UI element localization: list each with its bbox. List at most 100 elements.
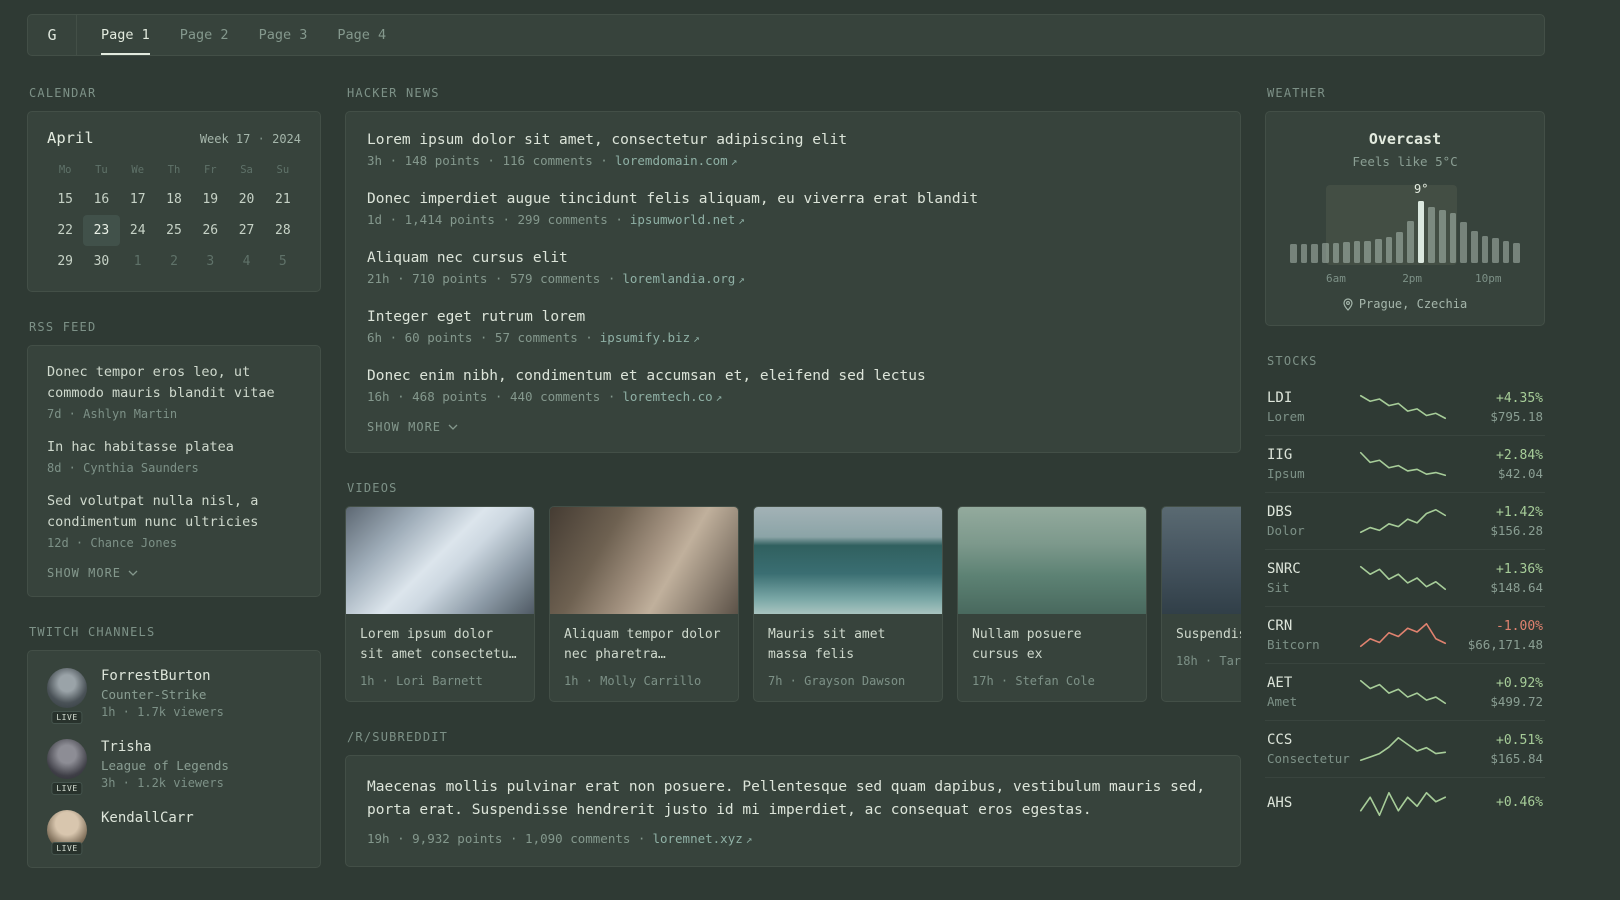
- reddit-post-title[interactable]: Maecenas mollis pulvinar erat non posuer…: [367, 776, 1219, 822]
- reddit-domain-link[interactable]: loremnet.xyz: [652, 831, 742, 846]
- twitch-channel-row[interactable]: LIVE ForrestBurton Counter-Strike 1h · 1…: [47, 667, 301, 724]
- tab-page-3[interactable]: Page 3: [259, 15, 308, 55]
- rss-item-title[interactable]: Donec tempor eros leo, ut commodo mauris…: [47, 362, 301, 404]
- channel-info: ForrestBurton Counter-Strike 1h · 1.7k v…: [101, 668, 224, 719]
- stock-identity: AHS: [1267, 795, 1359, 814]
- calendar-day: 20: [238, 192, 255, 207]
- calendar-month: April: [47, 129, 94, 147]
- weather-bar: [1460, 222, 1467, 263]
- tab-page-2[interactable]: Page 2: [180, 15, 229, 55]
- stock-symbol: DBS: [1267, 504, 1293, 520]
- weather-bar: [1375, 239, 1382, 263]
- weather-bar: [1492, 238, 1499, 263]
- stock-values: +0.92% $499.72: [1447, 676, 1543, 709]
- stock-row[interactable]: DBS Dolor +1.42% $156.28: [1265, 492, 1545, 549]
- weather-bar: [1321, 243, 1329, 263]
- stock-name: Amet: [1267, 694, 1298, 709]
- tab-page-4[interactable]: Page 4: [337, 15, 386, 55]
- calendar-week-number: Week 17: [199, 132, 251, 146]
- rss-item-title[interactable]: In hac habitasse platea: [47, 437, 301, 458]
- stock-change: -1.00%: [1496, 618, 1543, 634]
- calendar-day: 25: [166, 223, 182, 238]
- calendar-week-label: Week 17 · 2024: [200, 132, 301, 146]
- channel-info: Trisha League of Legends 3h · 1.2k viewe…: [101, 739, 229, 790]
- video-card[interactable]: Aliquam tempor dolor nec pharetra… 1h · …: [549, 506, 739, 703]
- stock-identity: IIG Ipsum: [1267, 447, 1359, 481]
- channel-info: KendallCarr: [101, 810, 194, 850]
- section-header-weather: WEATHER: [1267, 86, 1326, 100]
- video-meta: 1h · Lori Barnett: [360, 674, 483, 689]
- twitch-channel-row[interactable]: LIVE KendallCarr: [47, 809, 301, 855]
- channel-name[interactable]: ForrestBurton: [101, 668, 224, 684]
- channel-viewers: 1h · 1.7k viewers: [101, 704, 224, 719]
- channel-name[interactable]: KendallCarr: [101, 810, 194, 826]
- stock-sparkline: [1359, 563, 1447, 593]
- stock-identity: CCS Consectetur: [1267, 732, 1359, 766]
- rss-show-more-button[interactable]: SHOW MORE: [47, 566, 301, 580]
- app-logo[interactable]: G: [28, 15, 77, 55]
- stock-row[interactable]: IIG Ipsum +2.84% $42.04: [1265, 435, 1545, 492]
- hn-item-domain-link[interactable]: ipsumify.biz: [600, 330, 690, 345]
- weather-bar: [1385, 236, 1393, 263]
- location-pin-icon: [1343, 297, 1353, 311]
- calendar-day: 29: [57, 254, 73, 269]
- channel-name[interactable]: Trisha: [101, 739, 229, 755]
- stock-row[interactable]: SNRC Sit +1.36% $148.64: [1265, 549, 1545, 606]
- calendar-day: 28: [275, 223, 291, 238]
- stock-values: +2.84% $42.04: [1447, 448, 1543, 481]
- stock-row[interactable]: CCS Consectetur +0.51% $165.84: [1265, 720, 1545, 777]
- stock-price: $795.18: [1490, 408, 1543, 424]
- video-card[interactable]: Suspendisse diam 18h · Tara: [1161, 506, 1241, 703]
- rss-item-title[interactable]: Sed volutpat nulla nisl, a condimentum n…: [47, 491, 301, 533]
- video-title: Lorem ipsum dolor sit amet consectetu…: [360, 627, 517, 663]
- avatar: LIVE: [47, 667, 87, 724]
- weather-bar: [1396, 232, 1404, 263]
- hn-item-title[interactable]: Aliquam nec cursus elit: [367, 250, 1219, 266]
- calendar-day: 18: [166, 192, 182, 207]
- hn-item-domain-link[interactable]: loremlandia.org: [622, 271, 735, 286]
- calendar-day: 5: [278, 254, 287, 269]
- hn-item-title[interactable]: Donec enim nibh, condimentum et accumsan…: [367, 368, 1219, 384]
- hn-item-title[interactable]: Integer eget rutrum lorem: [367, 309, 1219, 325]
- stock-sparkline: [1359, 789, 1447, 819]
- stock-row[interactable]: LDI Lorem +4.35% $795.18: [1265, 379, 1545, 435]
- twitch-channel-row[interactable]: LIVE Trisha League of Legends 3h · 1.2k …: [47, 738, 301, 795]
- stock-row[interactable]: AET Amet +0.92% $499.72: [1265, 663, 1545, 720]
- stock-row[interactable]: AHS +0.46%: [1265, 777, 1545, 830]
- weather-bar: [1449, 213, 1457, 263]
- hn-item-domain-link[interactable]: loremdomain.com: [615, 153, 728, 168]
- hn-item: Lorem ipsum dolor sit amet, consectetur …: [367, 132, 1219, 168]
- avatar: LIVE: [47, 738, 87, 795]
- hn-item-title[interactable]: Donec imperdiet augue tincidunt felis al…: [367, 191, 1219, 207]
- middle-column: HACKER NEWS Lorem ipsum dolor sit amet, …: [345, 86, 1241, 867]
- video-card[interactable]: Lorem ipsum dolor sit amet consectetu… 1…: [345, 506, 535, 703]
- calendar-day: 1: [133, 254, 142, 269]
- video-card[interactable]: Mauris sit amet massa felis 7h · Grayson…: [753, 506, 943, 703]
- top-nav: G Page 1 Page 2 Page 3 Page 4: [27, 14, 1545, 56]
- chevron-down-icon: [128, 570, 138, 576]
- weather-bar: [1438, 209, 1446, 263]
- rss-item: Donec tempor eros leo, ut commodo mauris…: [47, 362, 301, 421]
- videos-row: Lorem ipsum dolor sit amet consectetu… 1…: [345, 506, 1241, 703]
- hn-item-domain-link[interactable]: ipsumworld.net: [630, 212, 735, 227]
- hn-item-title[interactable]: Lorem ipsum dolor sit amet, consectetur …: [367, 132, 1219, 148]
- tab-page-1[interactable]: Page 1: [101, 15, 150, 55]
- reddit-post-stats: 19h · 9,932 points · 1,090 comments ·: [367, 830, 646, 846]
- stock-sparkline: [1359, 677, 1447, 707]
- stock-change: +0.51%: [1496, 732, 1543, 748]
- stock-sparkline: [1359, 734, 1447, 764]
- video-meta: 1h · Molly Carrillo: [564, 674, 702, 689]
- calendar-day: 21: [275, 192, 291, 207]
- stock-symbol: LDI: [1267, 390, 1293, 406]
- calendar-day: 19: [202, 192, 219, 207]
- hn-item-stats: 6h · 60 points · 57 comments ·: [367, 330, 593, 345]
- hn-item: Donec imperdiet augue tincidunt felis al…: [367, 191, 1219, 227]
- calendar-day-header: Fr: [203, 164, 217, 176]
- hn-item-domain-link[interactable]: loremtech.co: [622, 389, 712, 404]
- video-title: Suspendisse diam: [1176, 627, 1241, 642]
- stock-row[interactable]: CRN Bitcorn -1.00% $66,171.48: [1265, 606, 1545, 663]
- stock-identity: LDI Lorem: [1267, 390, 1359, 424]
- video-card[interactable]: Nullam posuere cursus ex 17h · Stefan Co…: [957, 506, 1147, 703]
- weather-bar: [1311, 243, 1318, 263]
- hn-show-more-button[interactable]: SHOW MORE: [367, 420, 1219, 434]
